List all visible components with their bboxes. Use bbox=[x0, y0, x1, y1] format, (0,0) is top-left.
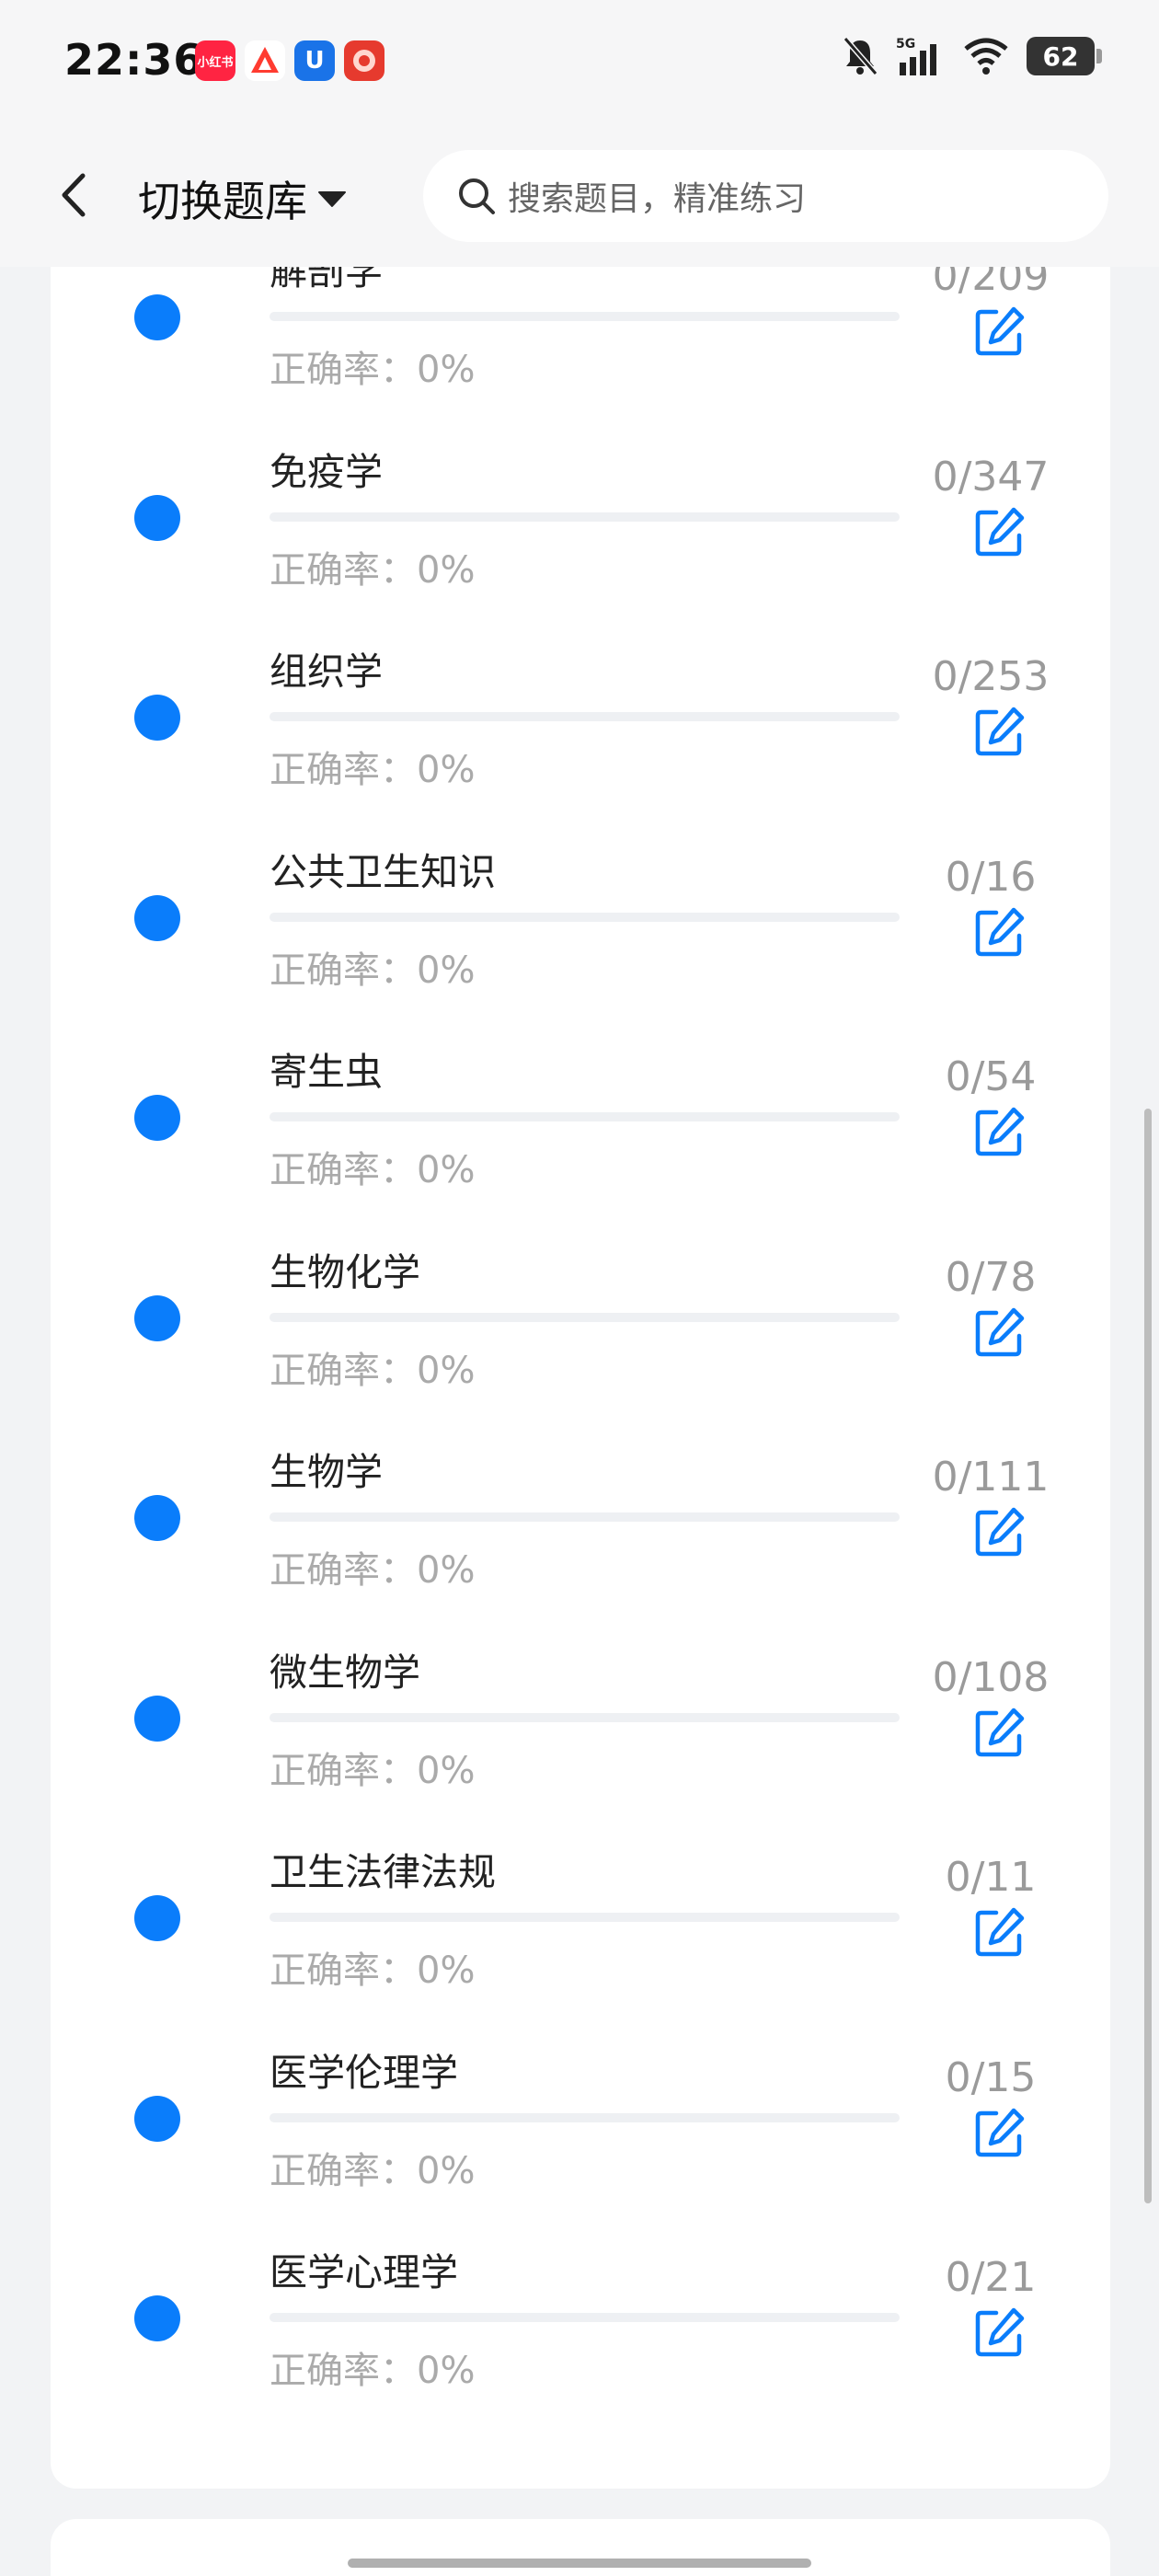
subject-answered-count: 0/108 bbox=[932, 1653, 1050, 1701]
switch-bank-label: 切换题库 bbox=[138, 177, 307, 226]
subject-name: 免疫学 bbox=[270, 449, 383, 494]
practice-edit-icon[interactable] bbox=[972, 2105, 1027, 2160]
practice-edit-icon[interactable] bbox=[972, 704, 1027, 759]
subject-name: 公共卫生知识 bbox=[270, 849, 496, 894]
wifi-icon bbox=[964, 38, 1008, 75]
subject-status-dot bbox=[134, 2295, 180, 2341]
subject-answered-count: 0/78 bbox=[945, 1253, 1037, 1301]
subject-name: 生物学 bbox=[270, 1450, 383, 1494]
subject-name: 组织学 bbox=[270, 650, 383, 694]
subject-row[interactable]: 生物学正确率：0% 0/111 bbox=[51, 1418, 1110, 1618]
blue-app-notification-icon: U bbox=[294, 40, 335, 81]
subject-status-dot bbox=[134, 2095, 180, 2142]
battery-indicator: 62 bbox=[1027, 37, 1102, 75]
subject-progress-bar bbox=[270, 912, 900, 922]
home-indicator[interactable] bbox=[348, 2559, 811, 2568]
subject-row[interactable]: 卫生法律法规 正确率：0% 0/11 bbox=[51, 1818, 1110, 2018]
subject-progress-bar bbox=[270, 2112, 900, 2122]
subject-row[interactable]: 公共卫生知识 正确率：0% 0/16 bbox=[51, 818, 1110, 1018]
practice-edit-icon[interactable] bbox=[972, 904, 1027, 960]
xiaohongshu-app-icon: 小红书 bbox=[195, 40, 235, 81]
red-app-notification-icon bbox=[344, 40, 384, 81]
subject-answered-count: 0/347 bbox=[932, 453, 1050, 500]
subject-accuracy: 正确率：0% bbox=[270, 349, 476, 391]
signal-5g-icon: 5G bbox=[896, 37, 936, 75]
top-header: 切换题库 搜索题目，精准练习 bbox=[0, 124, 1159, 267]
subject-name: 医学心理学 bbox=[270, 2250, 458, 2294]
subject-progress-bar bbox=[270, 1913, 900, 1922]
search-icon bbox=[459, 178, 495, 214]
subject-answered-count: 0/11 bbox=[945, 1854, 1037, 1901]
subject-row[interactable]: 寄生虫正确率：0% 0/54 bbox=[51, 1018, 1110, 1218]
subject-row[interactable]: 微生物学正确率：0% 0/108 bbox=[51, 1618, 1110, 1819]
subject-answered-count: 0/21 bbox=[945, 2254, 1037, 2301]
practice-edit-icon[interactable] bbox=[972, 1305, 1027, 1360]
subject-progress-bar bbox=[270, 1312, 900, 1322]
subject-accuracy: 正确率：0% bbox=[270, 949, 476, 992]
subject-name: 生物化学 bbox=[270, 1249, 420, 1294]
subject-list-card: 解剖学 正确率：0% 0/209 免疫学 正确率：0% 0/347 组织学 正确率：0% 0/2… bbox=[51, 212, 1110, 2489]
subject-accuracy: 正确率：0% bbox=[270, 2149, 476, 2192]
switch-question-bank-dropdown[interactable]: 切换题库 bbox=[138, 168, 348, 229]
subject-status-dot bbox=[134, 1294, 180, 1341]
subject-name: 医学伦理学 bbox=[270, 2050, 458, 2095]
practice-edit-icon[interactable] bbox=[972, 504, 1027, 559]
subject-progress-bar bbox=[270, 1712, 900, 1722]
svg-text:5G: 5G bbox=[896, 37, 915, 52]
subject-progress-bar bbox=[270, 1112, 900, 1121]
subject-row[interactable]: 生物化学正确率：0% 0/78 bbox=[51, 1218, 1110, 1419]
search-input[interactable]: 搜索题目，精准练习 bbox=[423, 150, 1108, 242]
subject-accuracy: 正确率：0% bbox=[270, 1349, 476, 1392]
subject-progress-bar bbox=[270, 1512, 900, 1522]
practice-edit-icon[interactable] bbox=[972, 304, 1027, 359]
caret-down-icon bbox=[318, 191, 346, 207]
subject-answered-count: 0/54 bbox=[945, 1053, 1037, 1100]
subject-accuracy: 正确率：0% bbox=[270, 548, 476, 592]
subject-accuracy: 正确率：0% bbox=[270, 1749, 476, 1792]
subject-status-dot bbox=[134, 1895, 180, 1941]
subject-status-dot bbox=[134, 1095, 180, 1141]
status-indicators: 5G 62 bbox=[841, 35, 1102, 77]
subject-row[interactable]: 医学伦理学正确率：0% 0/15 bbox=[51, 2018, 1110, 2219]
subject-answered-count: 0/16 bbox=[945, 853, 1037, 901]
practice-edit-icon[interactable] bbox=[972, 1104, 1027, 1159]
subject-progress-bar bbox=[270, 712, 900, 721]
subject-name: 寄生虫 bbox=[270, 1050, 383, 1094]
subject-status-dot bbox=[134, 1695, 180, 1742]
subject-row[interactable]: 组织学正确率：0% 0/253 bbox=[51, 617, 1110, 818]
notification-app-icons: 小红书 U bbox=[195, 40, 384, 81]
practice-edit-icon[interactable] bbox=[972, 2305, 1027, 2360]
subject-answered-count: 0/253 bbox=[932, 653, 1050, 700]
subject-accuracy: 正确率：0% bbox=[270, 2350, 476, 2392]
subject-status-dot bbox=[134, 494, 180, 541]
subject-name: 卫生法律法规 bbox=[270, 1850, 496, 1894]
subject-answered-count: 0/15 bbox=[945, 2053, 1037, 2101]
subject-accuracy: 正确率：0% bbox=[270, 749, 476, 791]
subject-accuracy: 正确率：0% bbox=[270, 1549, 476, 1592]
search-placeholder: 搜索题目，精准练习 bbox=[508, 180, 807, 218]
subject-progress-bar bbox=[270, 512, 900, 522]
subject-accuracy: 正确率：0% bbox=[270, 1149, 476, 1191]
subject-name: 微生物学 bbox=[270, 1650, 420, 1695]
subject-progress-bar bbox=[270, 2313, 900, 2322]
practice-edit-icon[interactable] bbox=[972, 1504, 1027, 1559]
mute-bell-icon bbox=[843, 37, 878, 75]
practice-edit-icon[interactable] bbox=[972, 1904, 1027, 1960]
back-arrow-icon[interactable] bbox=[46, 163, 101, 227]
subject-row[interactable]: 免疫学正确率：0% 0/347 bbox=[51, 418, 1110, 618]
status-bar: 22:36 小红书 U 5G 62 bbox=[0, 0, 1159, 124]
subject-status-dot bbox=[134, 1495, 180, 1541]
scrollbar[interactable] bbox=[1144, 1109, 1152, 2203]
status-time: 22:36 bbox=[64, 35, 204, 85]
app-notification-icon bbox=[245, 40, 285, 81]
subject-status-dot bbox=[134, 894, 180, 941]
subject-answered-count: 0/111 bbox=[932, 1454, 1050, 1501]
practice-edit-icon[interactable] bbox=[972, 1705, 1027, 1760]
subject-row[interactable]: 医学心理学正确率：0% 0/21 bbox=[51, 2218, 1110, 2419]
subject-status-dot bbox=[134, 294, 180, 340]
subject-progress-bar bbox=[270, 312, 900, 321]
subject-status-dot bbox=[134, 695, 180, 741]
subject-accuracy: 正确率：0% bbox=[270, 1949, 476, 1992]
